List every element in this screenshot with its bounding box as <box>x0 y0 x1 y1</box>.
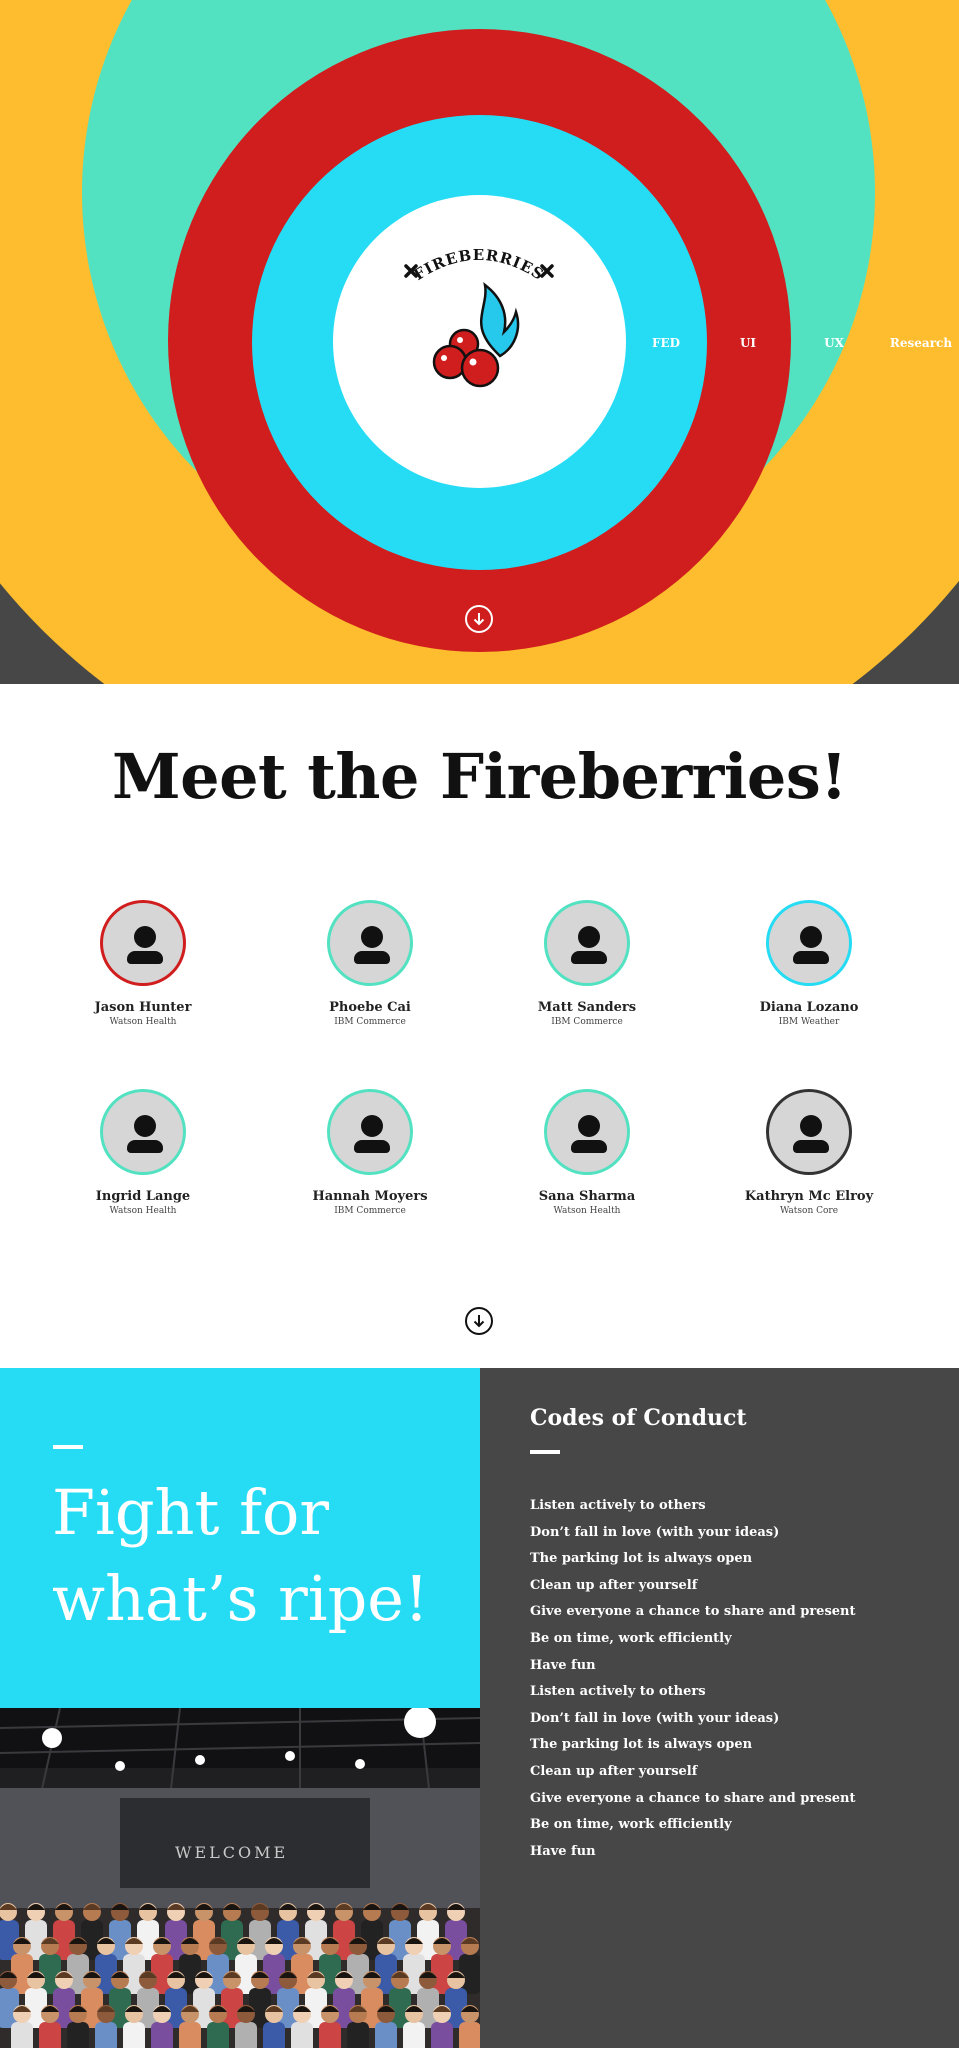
member-card[interactable]: Diana Lozano IBM Weather <box>709 900 909 1027</box>
user-icon-body <box>354 1140 390 1153</box>
code-item: Give everyone a chance to share and pres… <box>530 1604 856 1620</box>
nav-link-ux[interactable]: UX <box>824 336 844 350</box>
member-card[interactable]: Sana Sharma Watson Health <box>487 1089 687 1216</box>
fight-heading: Fight for what’s ripe! <box>52 1470 472 1642</box>
code-item: Clean up after yourself <box>530 1763 698 1779</box>
member-card[interactable]: Ingrid Lange Watson Health <box>43 1089 243 1216</box>
user-icon-body <box>127 951 163 964</box>
fight-heading-line2: what’s ripe! <box>52 1562 429 1635</box>
arrow-down-circle-icon <box>473 613 485 626</box>
member-name: Kathryn Mc Elroy <box>744 1189 874 1204</box>
member-team: Watson Health <box>109 1017 177 1027</box>
fight-dash-divider <box>53 1445 83 1449</box>
avatar[interactable] <box>327 1089 413 1175</box>
nav-link-ui[interactable]: UI <box>740 336 756 350</box>
code-item: Give everyone a chance to share and pres… <box>530 1790 856 1806</box>
code-item: The parking lot is always open <box>530 1737 753 1753</box>
member-name: Jason Hunter <box>94 1000 192 1015</box>
user-icon-body <box>571 1140 607 1153</box>
code-item: Have fun <box>530 1657 596 1673</box>
member-team: IBM Commerce <box>334 1206 406 1216</box>
user-icon <box>800 1115 822 1137</box>
member-card[interactable]: Jason Hunter Watson Health <box>43 900 243 1027</box>
code-item: Clean up after yourself <box>530 1577 698 1593</box>
member-name: Phoebe Cai <box>329 1000 411 1015</box>
user-icon-body <box>571 951 607 964</box>
member-name: Sana Sharma <box>538 1189 636 1204</box>
code-item: Listen actively to others <box>530 1684 706 1700</box>
codes-list: Listen actively to others Don’t fall in l… <box>530 1493 856 1865</box>
fight-panel: Fight for what’s ripe! <box>0 1368 480 1708</box>
user-icon <box>134 1115 156 1137</box>
member-team: Watson Health <box>109 1206 177 1216</box>
arrow-down-circle-icon <box>473 1315 485 1328</box>
avatar[interactable] <box>100 1089 186 1175</box>
codes-title: Codes of Conduct <box>530 1405 747 1431</box>
avatar[interactable] <box>100 900 186 986</box>
member-card[interactable]: Matt Sanders IBM Commerce <box>487 900 687 1027</box>
member-name: Diana Lozano <box>759 1000 859 1015</box>
member-card[interactable]: Phoebe Cai IBM Commerce <box>270 900 470 1027</box>
fireberries-logo-icon: FIREBERRIES <box>404 246 554 388</box>
code-item: Don’t fall in love (with your ideas) <box>530 1524 780 1540</box>
user-icon-body <box>793 951 829 964</box>
code-item: Be on time, work efficiently <box>530 1817 732 1833</box>
codes-panel: Codes of Conduct Listen actively to othe… <box>480 1368 959 2048</box>
logo-text: FIREBERRIES <box>411 246 547 284</box>
user-icon <box>578 1115 600 1137</box>
avatar[interactable] <box>544 900 630 986</box>
nav-link-research[interactable]: Research <box>890 336 952 350</box>
hero-scroll-down-button[interactable] <box>465 605 493 633</box>
codes-dash-divider <box>530 1450 560 1454</box>
avatar[interactable] <box>544 1089 630 1175</box>
meet-scroll-down-button[interactable] <box>465 1307 493 1335</box>
code-item: Have fun <box>530 1843 596 1859</box>
team-photo-image: WELCOME <box>0 1708 480 2048</box>
member-team: Watson Core <box>779 1206 839 1216</box>
user-icon <box>800 926 822 948</box>
avatar[interactable] <box>766 900 852 986</box>
hero-nav: FED UI UX Research <box>0 336 959 356</box>
user-icon-body <box>793 1140 829 1153</box>
meet-title: Meet the Fireberries! <box>112 740 847 813</box>
fight-heading-line1: Fight for <box>52 1476 330 1549</box>
svg-text:FIREBERRIES: FIREBERRIES <box>411 246 548 284</box>
avatar[interactable] <box>766 1089 852 1175</box>
code-item: Listen actively to others <box>530 1498 706 1513</box>
user-icon <box>361 926 383 948</box>
hero-section: FIREBERRIES FED UI UX Research <box>0 0 959 684</box>
user-icon <box>134 926 156 948</box>
nav-link-fed[interactable]: FED <box>652 336 680 350</box>
user-icon <box>578 926 600 948</box>
member-team: IBM Commerce <box>551 1017 623 1027</box>
member-team: Watson Health <box>553 1206 621 1216</box>
user-icon-body <box>354 951 390 964</box>
code-item: Be on time, work efficiently <box>530 1630 732 1646</box>
code-item: The parking lot is always open <box>530 1551 753 1567</box>
member-name: Ingrid Lange <box>95 1189 191 1204</box>
photo-banner-text: WELCOME <box>175 1843 288 1862</box>
member-team: IBM Commerce <box>334 1017 406 1027</box>
user-icon <box>361 1115 383 1137</box>
member-card[interactable]: Hannah Moyers IBM Commerce <box>270 1089 470 1216</box>
fireberries-logo[interactable]: FIREBERRIES <box>384 240 574 410</box>
team-photo: WELCOME <box>0 1708 480 2048</box>
member-name: Matt Sanders <box>537 1000 637 1015</box>
user-icon-body <box>127 1140 163 1153</box>
member-name: Hannah Moyers <box>312 1189 428 1204</box>
avatar[interactable] <box>327 900 413 986</box>
code-item: Don’t fall in love (with your ideas) <box>530 1710 780 1726</box>
member-card[interactable]: Kathryn Mc Elroy Watson Core <box>709 1089 909 1216</box>
member-team: IBM Weather <box>778 1017 840 1027</box>
